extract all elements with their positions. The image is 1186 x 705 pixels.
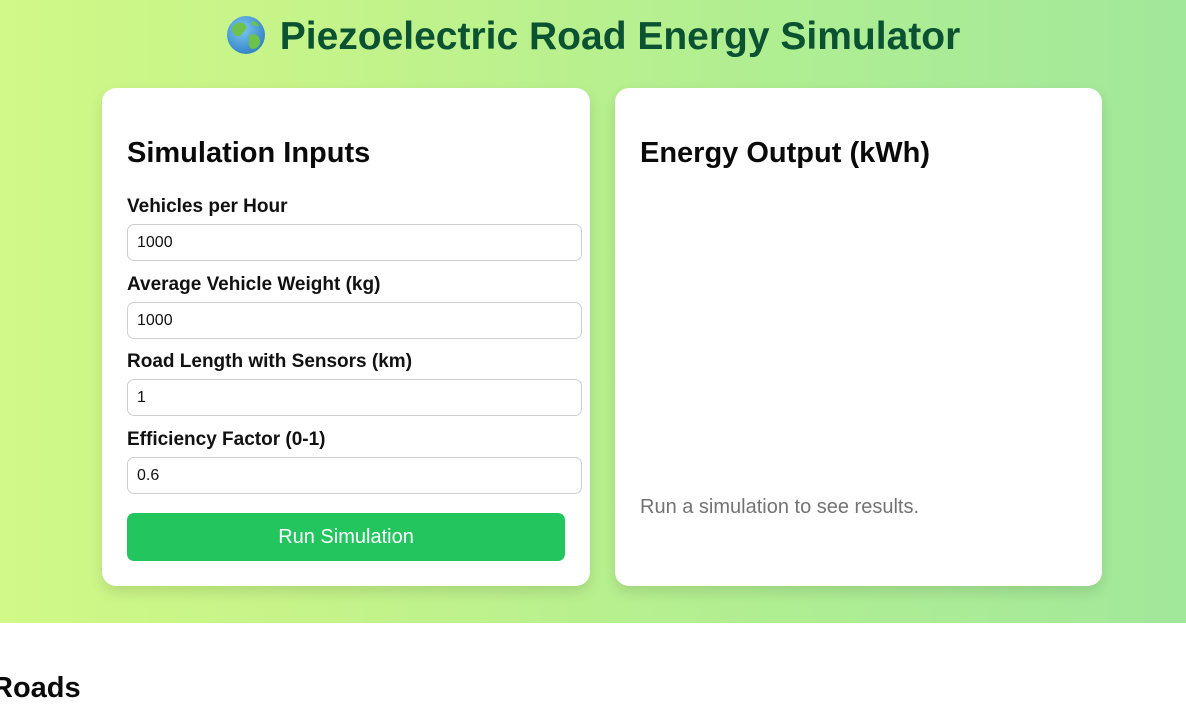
efficiency-factor-label: Efficiency Factor (0-1) <box>127 429 326 450</box>
efficiency-factor-input[interactable] <box>127 457 582 494</box>
run-simulation-button[interactable]: Run Simulation <box>127 513 565 561</box>
vehicle-weight-input[interactable] <box>127 302 582 339</box>
vehicle-weight-label: Average Vehicle Weight (kg) <box>127 274 381 295</box>
page-title: Piezoelectric Road Energy Simulator <box>0 14 1186 60</box>
roads-section-heading: Roads <box>0 672 81 704</box>
page-title-text: Piezoelectric Road Energy Simulator <box>279 15 961 58</box>
road-length-input[interactable] <box>127 379 582 416</box>
vehicles-per-hour-input[interactable] <box>127 224 582 261</box>
energy-output-card: Energy Output (kWh) Run a simulation to … <box>615 88 1102 586</box>
hero-section: Piezoelectric Road Energy Simulator Simu… <box>0 0 1186 623</box>
output-heading: Energy Output (kWh) <box>640 137 930 169</box>
road-length-label: Road Length with Sensors (km) <box>127 351 413 372</box>
vehicles-per-hour-label: Vehicles per Hour <box>127 196 288 217</box>
globe-icon <box>226 16 265 54</box>
inputs-heading: Simulation Inputs <box>127 137 371 169</box>
simulation-inputs-card: Simulation Inputs Vehicles per Hour Aver… <box>102 88 590 586</box>
empty-results-message: Run a simulation to see results. <box>640 496 920 518</box>
